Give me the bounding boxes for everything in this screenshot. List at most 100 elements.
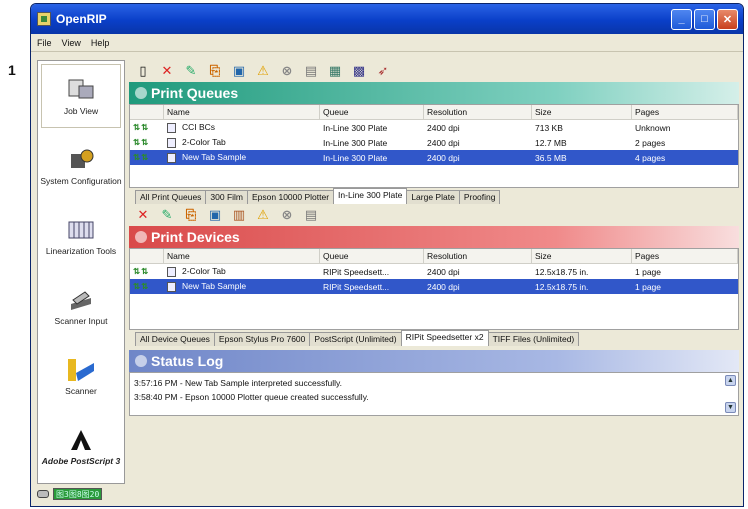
copy-icon[interactable]: ⎘ xyxy=(207,63,223,79)
status-scrollbar[interactable]: ▲ ▼ xyxy=(725,375,736,413)
document-icon xyxy=(167,122,176,133)
scroll-down-icon[interactable]: ▼ xyxy=(725,402,736,413)
column-pages[interactable]: Pages xyxy=(632,104,738,120)
tab-in-line-300-plate[interactable]: In-Line 300 Plate xyxy=(333,188,408,204)
table-row[interactable]: ⇅⇅ 2-Color Tab In-Line 300 Plate 2400 dp… xyxy=(130,135,738,150)
row-size: 713 KB xyxy=(535,122,563,133)
minimize-button[interactable]: _ xyxy=(671,8,692,30)
status-arrows-icon: ⇅⇅ xyxy=(133,281,150,291)
status-arrows-icon: ⇅⇅ xyxy=(133,122,150,132)
job-icon xyxy=(167,281,176,292)
row-resolution: 2400 dpi xyxy=(427,266,460,277)
sidebar-item-label: Scanner Input xyxy=(54,315,108,326)
openrip-window: OpenRIP _ □ ✕ File View Help Job View Sy… xyxy=(30,3,744,507)
row-pages: Unknown xyxy=(635,122,671,133)
sidebar-item-label: Scanner xyxy=(65,385,97,396)
close-button[interactable]: ✕ xyxy=(717,8,738,30)
send-icon[interactable]: ➶ xyxy=(375,63,391,79)
preview-icon[interactable]: ▤ xyxy=(303,207,319,223)
delete-icon[interactable]: ✕ xyxy=(159,63,175,79)
tab-all-print-queues[interactable]: All Print Queues xyxy=(135,190,207,204)
column-name[interactable]: Name xyxy=(164,248,320,264)
stop-icon[interactable]: ⊗ xyxy=(279,207,295,223)
column-queue[interactable]: Queue xyxy=(320,248,424,264)
table-row[interactable]: ⇅⇅ CCI BCs In-Line 300 Plate 2400 dpi 71… xyxy=(130,120,738,135)
row-size: 36.5 MB xyxy=(535,152,567,163)
row-size: 12.5x18.75 in. xyxy=(535,266,589,277)
row-queue: In-Line 300 Plate xyxy=(323,122,388,133)
sidebar-item-job-view[interactable]: Job View xyxy=(41,64,121,128)
system-configuration-icon xyxy=(66,147,96,173)
menu-view[interactable]: View xyxy=(62,38,81,48)
sidebar-item-adobe-postscript: Adobe PostScript 3 xyxy=(38,411,124,481)
document-icon xyxy=(167,152,176,163)
status-log: 3:57:16 PM - New Tab Sample interpreted … xyxy=(129,372,739,416)
scroll-up-icon[interactable]: ▲ xyxy=(725,375,736,386)
preview-icon[interactable]: ▤ xyxy=(303,63,319,79)
row-size: 12.5x18.75 in. xyxy=(535,281,589,292)
sidebar-item-linearization-tools[interactable]: Linearization Tools xyxy=(38,201,124,271)
print-queues-title: Print Queues xyxy=(151,85,239,101)
tab-large-plate[interactable]: Large Plate xyxy=(406,190,460,204)
sidebar-item-label: System Configuration xyxy=(40,175,122,186)
column-name[interactable]: Name xyxy=(164,104,320,120)
column-resolution[interactable]: Resolution xyxy=(424,248,532,264)
row-pages: 1 page xyxy=(635,281,661,292)
main-panel: ▯ ✕ ✎ ⎘ ▣ ⚠ ⊗ ▤ ▦ ▩ ➶ Print Queues Name … xyxy=(129,60,739,484)
table-row-selected[interactable]: ⇅⇅ New Tab Sample RIPit Speedsett... 240… xyxy=(130,279,738,294)
status-bar: 图3图8图20 xyxy=(37,485,103,503)
tab-300-film[interactable]: 300 Film xyxy=(205,190,249,204)
warning-icon[interactable]: ⚠ xyxy=(255,63,271,79)
table-row[interactable]: ⇅⇅ 2-Color Tab RIPit Speedsett... 2400 d… xyxy=(130,264,738,279)
settings-icon[interactable]: ▥ xyxy=(231,207,247,223)
copy-icon[interactable]: ⎘ xyxy=(183,207,199,223)
properties-icon[interactable]: ▣ xyxy=(207,207,223,223)
table-row-selected[interactable]: ⇅⇅ New Tab Sample In-Line 300 Plate 2400… xyxy=(130,150,738,165)
tab-epson-10000-plotter[interactable]: Epson 10000 Plotter xyxy=(247,190,335,204)
delete-icon[interactable]: ✕ xyxy=(135,207,151,223)
tab-epson-stylus-pro-7600[interactable]: Epson Stylus Pro 7600 xyxy=(213,332,311,346)
menu-help[interactable]: Help xyxy=(91,38,110,48)
tab-postscript-unlimited[interactable]: PostScript (Unlimited) xyxy=(309,332,402,346)
sidebar-item-system-configuration[interactable]: System Configuration xyxy=(38,131,124,201)
window-title: OpenRIP xyxy=(56,12,107,26)
print-queues-list: Name Queue Resolution Size Pages ⇅⇅ CCI … xyxy=(129,104,739,188)
stop-icon[interactable]: ⊗ xyxy=(279,63,295,79)
tab-proofing[interactable]: Proofing xyxy=(458,190,501,204)
menu-bar: File View Help xyxy=(31,34,743,52)
linearization-tools-icon xyxy=(66,217,96,243)
column-resolution[interactable]: Resolution xyxy=(424,104,532,120)
row-name: New Tab Sample xyxy=(182,281,247,292)
warning-icon[interactable]: ⚠ xyxy=(255,207,271,223)
new-document-icon[interactable]: ▯ xyxy=(135,63,151,79)
queue-icon[interactable]: ▩ xyxy=(351,63,367,79)
row-queue: In-Line 300 Plate xyxy=(323,137,388,148)
log-line: 3:57:16 PM - New Tab Sample interpreted … xyxy=(134,378,343,388)
title-bar: OpenRIP _ □ ✕ xyxy=(31,4,743,34)
row-resolution: 2400 dpi xyxy=(427,281,460,292)
tab-all-device-queues[interactable]: All Device Queues xyxy=(135,332,215,346)
row-name: CCI BCs xyxy=(182,122,216,133)
sidebar-item-scanner[interactable]: Scanner xyxy=(38,341,124,411)
edit-icon[interactable]: ✎ xyxy=(159,207,175,223)
print-icon[interactable]: ▦ xyxy=(327,63,343,79)
column-queue[interactable]: Queue xyxy=(320,104,424,120)
menu-file[interactable]: File xyxy=(37,38,52,48)
maximize-button[interactable]: □ xyxy=(694,8,715,30)
sidebar-item-label: Adobe PostScript 3 xyxy=(41,455,121,466)
tab-ripit-speedsetter-x2[interactable]: RIPit Speedsetter x2 xyxy=(400,330,489,346)
row-pages: 4 pages xyxy=(635,152,666,163)
column-size[interactable]: Size xyxy=(532,248,632,264)
tab-tiff-files-unlimited[interactable]: TIFF Files (Unlimited) xyxy=(487,332,580,346)
row-resolution: 2400 dpi xyxy=(427,152,460,163)
column-size[interactable]: Size xyxy=(532,104,632,120)
edit-icon[interactable]: ✎ xyxy=(183,63,199,79)
column-pages[interactable]: Pages xyxy=(632,248,738,264)
sidebar-item-scanner-input[interactable]: Scanner Input xyxy=(38,271,124,341)
devices-header-row: Name Queue Resolution Size Pages xyxy=(130,248,738,264)
properties-icon[interactable]: ▣ xyxy=(231,63,247,79)
print-devices-title: Print Devices xyxy=(151,229,240,245)
queues-tabs: All Print Queues 300 Film Epson 10000 Pl… xyxy=(129,188,739,204)
connection-icon xyxy=(37,490,49,498)
row-name: New Tab Sample xyxy=(182,152,247,163)
